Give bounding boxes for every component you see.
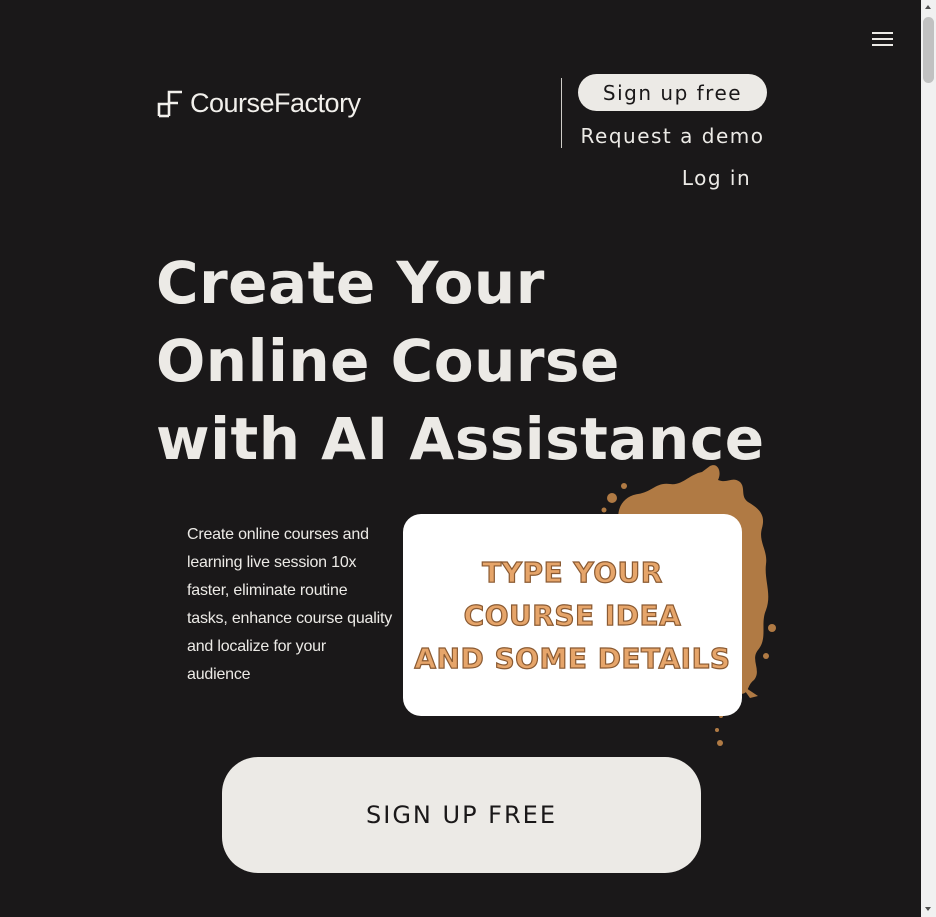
course-idea-demo-card: TYPE YOUR COURSE IDEA AND SOME DETAILS <box>403 514 742 716</box>
nav-login-link[interactable]: Log in <box>640 166 793 192</box>
scroll-down-arrow-icon[interactable] <box>921 902 936 917</box>
scrollbar[interactable] <box>921 0 936 917</box>
logo[interactable]: CourseFactory <box>156 86 361 120</box>
menu-bar-icon <box>872 38 893 40</box>
logo-mark-icon <box>157 90 182 118</box>
demo-card-line: COURSE IDEA <box>463 598 682 632</box>
demo-card-line: TYPE YOUR <box>482 555 663 589</box>
menu-bar-icon <box>872 32 893 34</box>
page: CourseFactory Sign up free Request a dem… <box>0 0 921 917</box>
hero-title-line: Create Your <box>156 249 545 317</box>
hero-signup-button[interactable]: SIGN UP FREE <box>222 757 701 873</box>
scrollbar-thumb[interactable] <box>923 17 934 83</box>
nav-signup-button[interactable]: Sign up free <box>578 74 767 111</box>
nav-divider <box>561 78 562 148</box>
hamburger-menu-icon[interactable] <box>866 26 898 52</box>
scroll-up-arrow-icon[interactable] <box>921 0 936 15</box>
hero-title-line: Online Course <box>156 327 620 395</box>
menu-bar-icon <box>872 44 893 46</box>
nav-request-demo-link[interactable]: Request a demo <box>578 124 767 150</box>
hero-title: Create Your Online Course with AI Assist… <box>156 244 776 478</box>
hero-description: Create online courses and learning live … <box>187 526 392 683</box>
demo-card-line: AND SOME DETAILS <box>414 641 731 675</box>
logo-text: CourseFactory <box>190 87 361 118</box>
